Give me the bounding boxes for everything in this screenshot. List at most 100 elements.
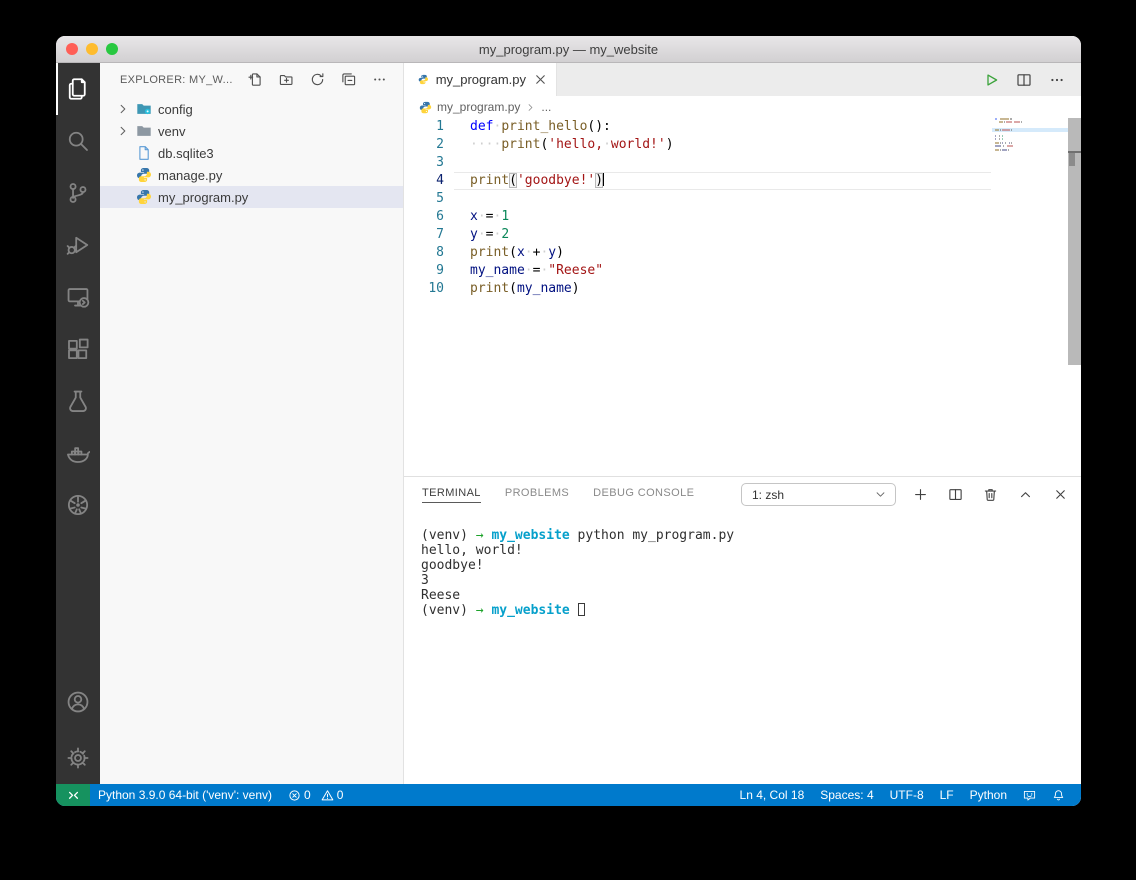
minimap-line xyxy=(995,145,1065,148)
terminal-output[interactable]: (venv) → my_website python my_program.py… xyxy=(404,512,1081,784)
status-item-language-mode[interactable]: Python xyxy=(962,784,1015,806)
close-window-button[interactable] xyxy=(66,43,78,55)
close-panel-button[interactable] xyxy=(1053,487,1068,502)
kubernetes-icon xyxy=(66,493,90,517)
line-number[interactable]: 10 xyxy=(404,280,470,298)
status-item-indentation[interactable]: Spaces: 4 xyxy=(812,784,881,806)
code-text: print(x·+·y) xyxy=(470,244,564,262)
line-number[interactable]: 5 xyxy=(404,190,470,208)
code-line[interactable]: 2 ····print('hello,·world!') xyxy=(404,136,1081,154)
tree-item-manage-py[interactable]: manage.py xyxy=(100,164,403,186)
activity-item-testing[interactable] xyxy=(56,375,100,427)
tree-item-label: my_program.py xyxy=(158,189,249,205)
code-text: print(my_name) xyxy=(470,280,580,298)
tree-item-config[interactable]: config xyxy=(100,98,403,120)
minimap-line xyxy=(995,141,1065,144)
split-terminal-button[interactable] xyxy=(948,487,963,502)
refresh-button[interactable] xyxy=(310,72,325,87)
status-item-label: LF xyxy=(939,788,954,802)
code-line[interactable]: 6 x·=·1 xyxy=(404,208,1081,226)
terminal-token: (venv) xyxy=(421,528,476,543)
panel-tab-terminal[interactable]: TERMINAL xyxy=(422,487,481,503)
status-item-problems[interactable]: 00 xyxy=(280,784,357,806)
line-number[interactable]: 7 xyxy=(404,226,470,244)
remote-explorer-icon xyxy=(66,285,90,309)
terminal-selector-dropdown[interactable]: 1: zsh xyxy=(741,483,896,506)
panel-tab-problems[interactable]: PROBLEMS xyxy=(505,487,569,503)
close-tab-button[interactable] xyxy=(533,72,548,88)
new-terminal-button[interactable] xyxy=(913,487,928,502)
status-item-feedback[interactable] xyxy=(1015,784,1044,806)
scrollbar-thumb[interactable] xyxy=(1069,153,1075,166)
testing-icon xyxy=(66,389,90,413)
code-line[interactable]: 5 xyxy=(404,190,1081,208)
activity-item-source-control[interactable] xyxy=(56,167,100,219)
activity-item-remote-explorer[interactable] xyxy=(56,271,100,323)
vscode-window: my_program.py — my_website EXPLORER: MY_… xyxy=(56,36,1081,806)
panel-tab-debug-console[interactable]: DEBUG CONSOLE xyxy=(593,487,694,503)
new-folder-button[interactable] xyxy=(279,72,294,87)
line-number[interactable]: 9 xyxy=(404,262,470,280)
titlebar[interactable]: my_program.py — my_website xyxy=(56,36,1081,63)
chevron-right-icon xyxy=(116,124,132,138)
breadcrumb-symbols[interactable]: ... xyxy=(541,100,551,114)
editor-scrollbar[interactable] xyxy=(1068,118,1081,365)
code-line[interactable]: 8 print(x·+·y) xyxy=(404,244,1081,262)
activity-item-accounts[interactable] xyxy=(56,676,100,728)
window-title: my_program.py — my_website xyxy=(478,41,659,57)
more-actions-button[interactable] xyxy=(1049,72,1065,88)
line-number[interactable]: 3 xyxy=(404,154,470,172)
code-token: ···· xyxy=(470,137,502,152)
status-item-cursor-position[interactable]: Ln 4, Col 18 xyxy=(732,784,813,806)
activity-item-docker[interactable] xyxy=(56,427,100,479)
tree-item-db-sqlite3[interactable]: db.sqlite3 xyxy=(100,142,403,164)
zoom-window-button[interactable] xyxy=(106,43,118,55)
minimap[interactable] xyxy=(992,118,1068,198)
status-bar: Python 3.9.0 64-bit ('venv': venv) 0 0 Ln … xyxy=(56,784,1081,806)
new-folder-icon xyxy=(279,72,294,87)
breadcrumb-file[interactable]: my_program.py xyxy=(437,100,520,114)
explorer-header: EXPLORER: MY_W... xyxy=(100,63,403,96)
minimize-window-button[interactable] xyxy=(86,43,98,55)
split-editor-button[interactable] xyxy=(1016,72,1032,88)
code-line[interactable]: 4 print('goodbye!') xyxy=(404,172,1081,190)
workbench: EXPLORER: MY_W... config venv db.sqlite3 ma… xyxy=(56,63,1081,784)
kill-terminal-button[interactable] xyxy=(983,487,998,502)
activity-item-run-debug[interactable] xyxy=(56,219,100,271)
code-token: 2 xyxy=(501,227,510,242)
more-button[interactable] xyxy=(372,72,387,87)
activity-item-explorer[interactable] xyxy=(56,63,100,115)
code-line[interactable]: 9 my_name·=·"Reese" xyxy=(404,262,1081,280)
activity-item-settings[interactable] xyxy=(56,732,100,784)
terminal-token: hello, world! xyxy=(421,543,523,558)
code-line[interactable]: 1 def·print_hello(): xyxy=(404,118,1081,136)
status-item-python-interpreter[interactable]: Python 3.9.0 64-bit ('venv': venv) xyxy=(90,784,280,806)
line-number[interactable]: 1 xyxy=(404,118,470,136)
status-item-encoding[interactable]: UTF-8 xyxy=(882,784,932,806)
line-number[interactable]: 8 xyxy=(404,244,470,262)
code-line[interactable]: 10 print(my_name) xyxy=(404,280,1081,298)
activity-item-kubernetes[interactable] xyxy=(56,479,100,531)
code-token: ) xyxy=(556,245,564,260)
activity-item-search[interactable] xyxy=(56,115,100,167)
activity-item-extensions[interactable] xyxy=(56,323,100,375)
collapse-all-button[interactable] xyxy=(341,72,356,87)
code-line[interactable]: 3 xyxy=(404,154,1081,172)
code-line[interactable]: 7 y·=·2 xyxy=(404,226,1081,244)
chevron-right-icon xyxy=(116,102,132,116)
code-editor[interactable]: 1 def·print_hello(): 2 ····print('hello,·wo… xyxy=(404,118,1081,476)
tree-item-my-program-py[interactable]: my_program.py xyxy=(100,186,403,208)
status-item-notifications[interactable] xyxy=(1044,784,1073,806)
breadcrumb: my_program.py ... xyxy=(404,96,1081,118)
tab-my-program-py[interactable]: my_program.py xyxy=(404,63,557,96)
new-file-button[interactable] xyxy=(248,72,263,87)
maximize-panel-button[interactable] xyxy=(1018,487,1033,502)
line-number[interactable]: 2 xyxy=(404,136,470,154)
line-number[interactable]: 4 xyxy=(404,172,470,190)
run-python-file-button[interactable] xyxy=(983,72,999,88)
line-number[interactable]: 6 xyxy=(404,208,470,226)
status-item-remote-indicator[interactable] xyxy=(56,784,90,806)
status-item-eol-sequence[interactable]: LF xyxy=(932,784,962,806)
tree-item-venv[interactable]: venv xyxy=(100,120,403,142)
